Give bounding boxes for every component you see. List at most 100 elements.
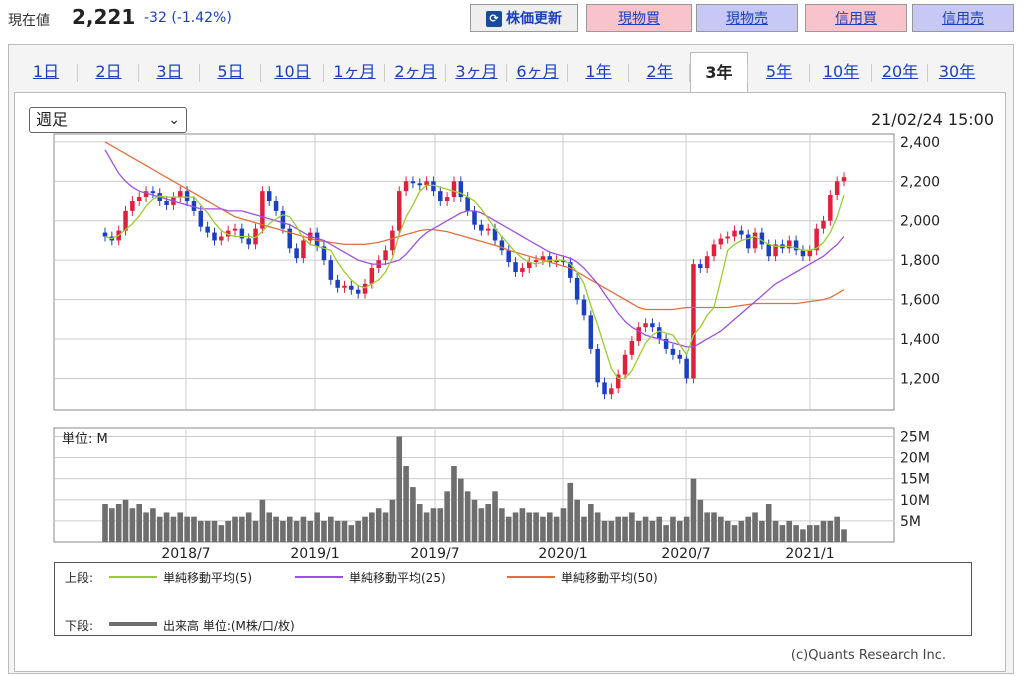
candle-body [588,315,594,349]
legend-ma25-swatch [295,576,343,578]
legend-ma5: 単純移動平均(5) [163,571,252,585]
volume-bar [177,512,184,542]
x-tick-label: 2021/1 [785,546,834,562]
volume-bar [362,516,368,542]
volume-bar [156,516,163,542]
volume-bar [170,516,177,542]
volume-bar [560,508,567,542]
candle-body [328,260,334,280]
volume-bar [252,520,259,542]
volume-bar [136,504,143,542]
candle-body [834,181,840,196]
candle-body [828,195,833,221]
candle-body [622,354,628,375]
volume-bar [102,504,108,542]
volume-bar [478,508,485,542]
volume-bar [280,520,286,542]
candle-body [266,191,272,202]
volume-bar [259,499,266,542]
candle-body [465,197,470,211]
ma25-line [104,149,845,348]
candle-body [472,210,477,225]
candle-body [136,197,142,202]
volume-bar [813,525,820,542]
x-tick-label: 2020/1 [538,546,587,562]
volume-bar [471,499,478,542]
x-tick-label: 2019/1 [290,546,339,562]
volume-bar [451,466,457,542]
volume-bar [416,504,423,542]
candle-body [479,224,484,231]
candle-body [260,191,265,229]
volume-bar [163,512,170,542]
candle-body [670,348,676,355]
volume-bar [499,508,505,542]
legend-lower-label: 下段: [65,619,94,633]
volume-bar [724,520,731,542]
candle-body [650,323,655,328]
volume-bar [615,516,621,542]
x-tick-label: 2020/7 [661,546,710,562]
volume-bar [184,516,190,542]
candle-body [841,177,847,182]
volume-bar [772,520,779,542]
price-grid [53,133,895,411]
candle-body [711,244,717,257]
copyright: (c)Quants Research Inc. [790,648,946,663]
volume-bar [492,491,498,542]
legend-volume-swatch [109,622,157,626]
candle-body [520,268,525,272]
volume-bars [102,436,847,542]
volume-bar [670,516,676,542]
candle-body [362,283,368,294]
candle-body [595,348,600,383]
legend-upper-label: 上段: [65,571,94,585]
volume-bar [273,516,279,542]
volume-bar [410,487,416,542]
volume-bar [293,520,300,542]
volume-bar [369,512,375,542]
volume-bar [191,516,197,542]
candle-body [335,279,340,288]
candles [102,172,847,400]
volume-bar [800,529,806,542]
candle-body [438,191,443,202]
volume-bar [745,516,752,542]
axis-labels: 1,200 1,400 1,600 1,800 2,000 2,200 2,400 5M 10M… [161,135,940,562]
y-tick-label: 1,600 [900,293,940,309]
candle-body [205,226,210,233]
volume-bar [197,520,204,542]
candle-body [301,240,306,259]
volume-bar [642,516,649,542]
volume-bar [245,512,252,542]
volume-bar [211,520,218,542]
volume-bar [403,466,409,542]
candle-body [704,256,710,269]
volume-bar [588,504,594,542]
volume-bar [786,520,793,542]
volume-bar [526,512,533,542]
volume-tick-label: 5M [900,514,921,530]
candle-body [184,191,190,202]
volume-bar [574,499,580,542]
legend-ma50-swatch [507,576,555,578]
candle-body [369,268,375,284]
volume-bar [581,516,587,542]
x-tick-label: 2019/7 [410,546,459,562]
volume-bar [540,516,546,542]
volume-bar [266,512,273,542]
candle-body [609,388,614,395]
price-plot-frame [53,133,895,411]
y-tick-label: 1,400 [900,332,940,348]
volume-tick-label: 10M [900,493,930,509]
candle-body [752,232,758,249]
volume-bar [444,491,450,542]
volume-bar [793,525,799,542]
candle-body [294,248,299,259]
x-tick-label: 2018/7 [161,546,210,562]
candle-body [396,191,402,231]
candle-body [691,264,696,379]
candle-body [102,232,108,237]
candle-body [219,236,224,241]
candle-body [150,191,156,194]
